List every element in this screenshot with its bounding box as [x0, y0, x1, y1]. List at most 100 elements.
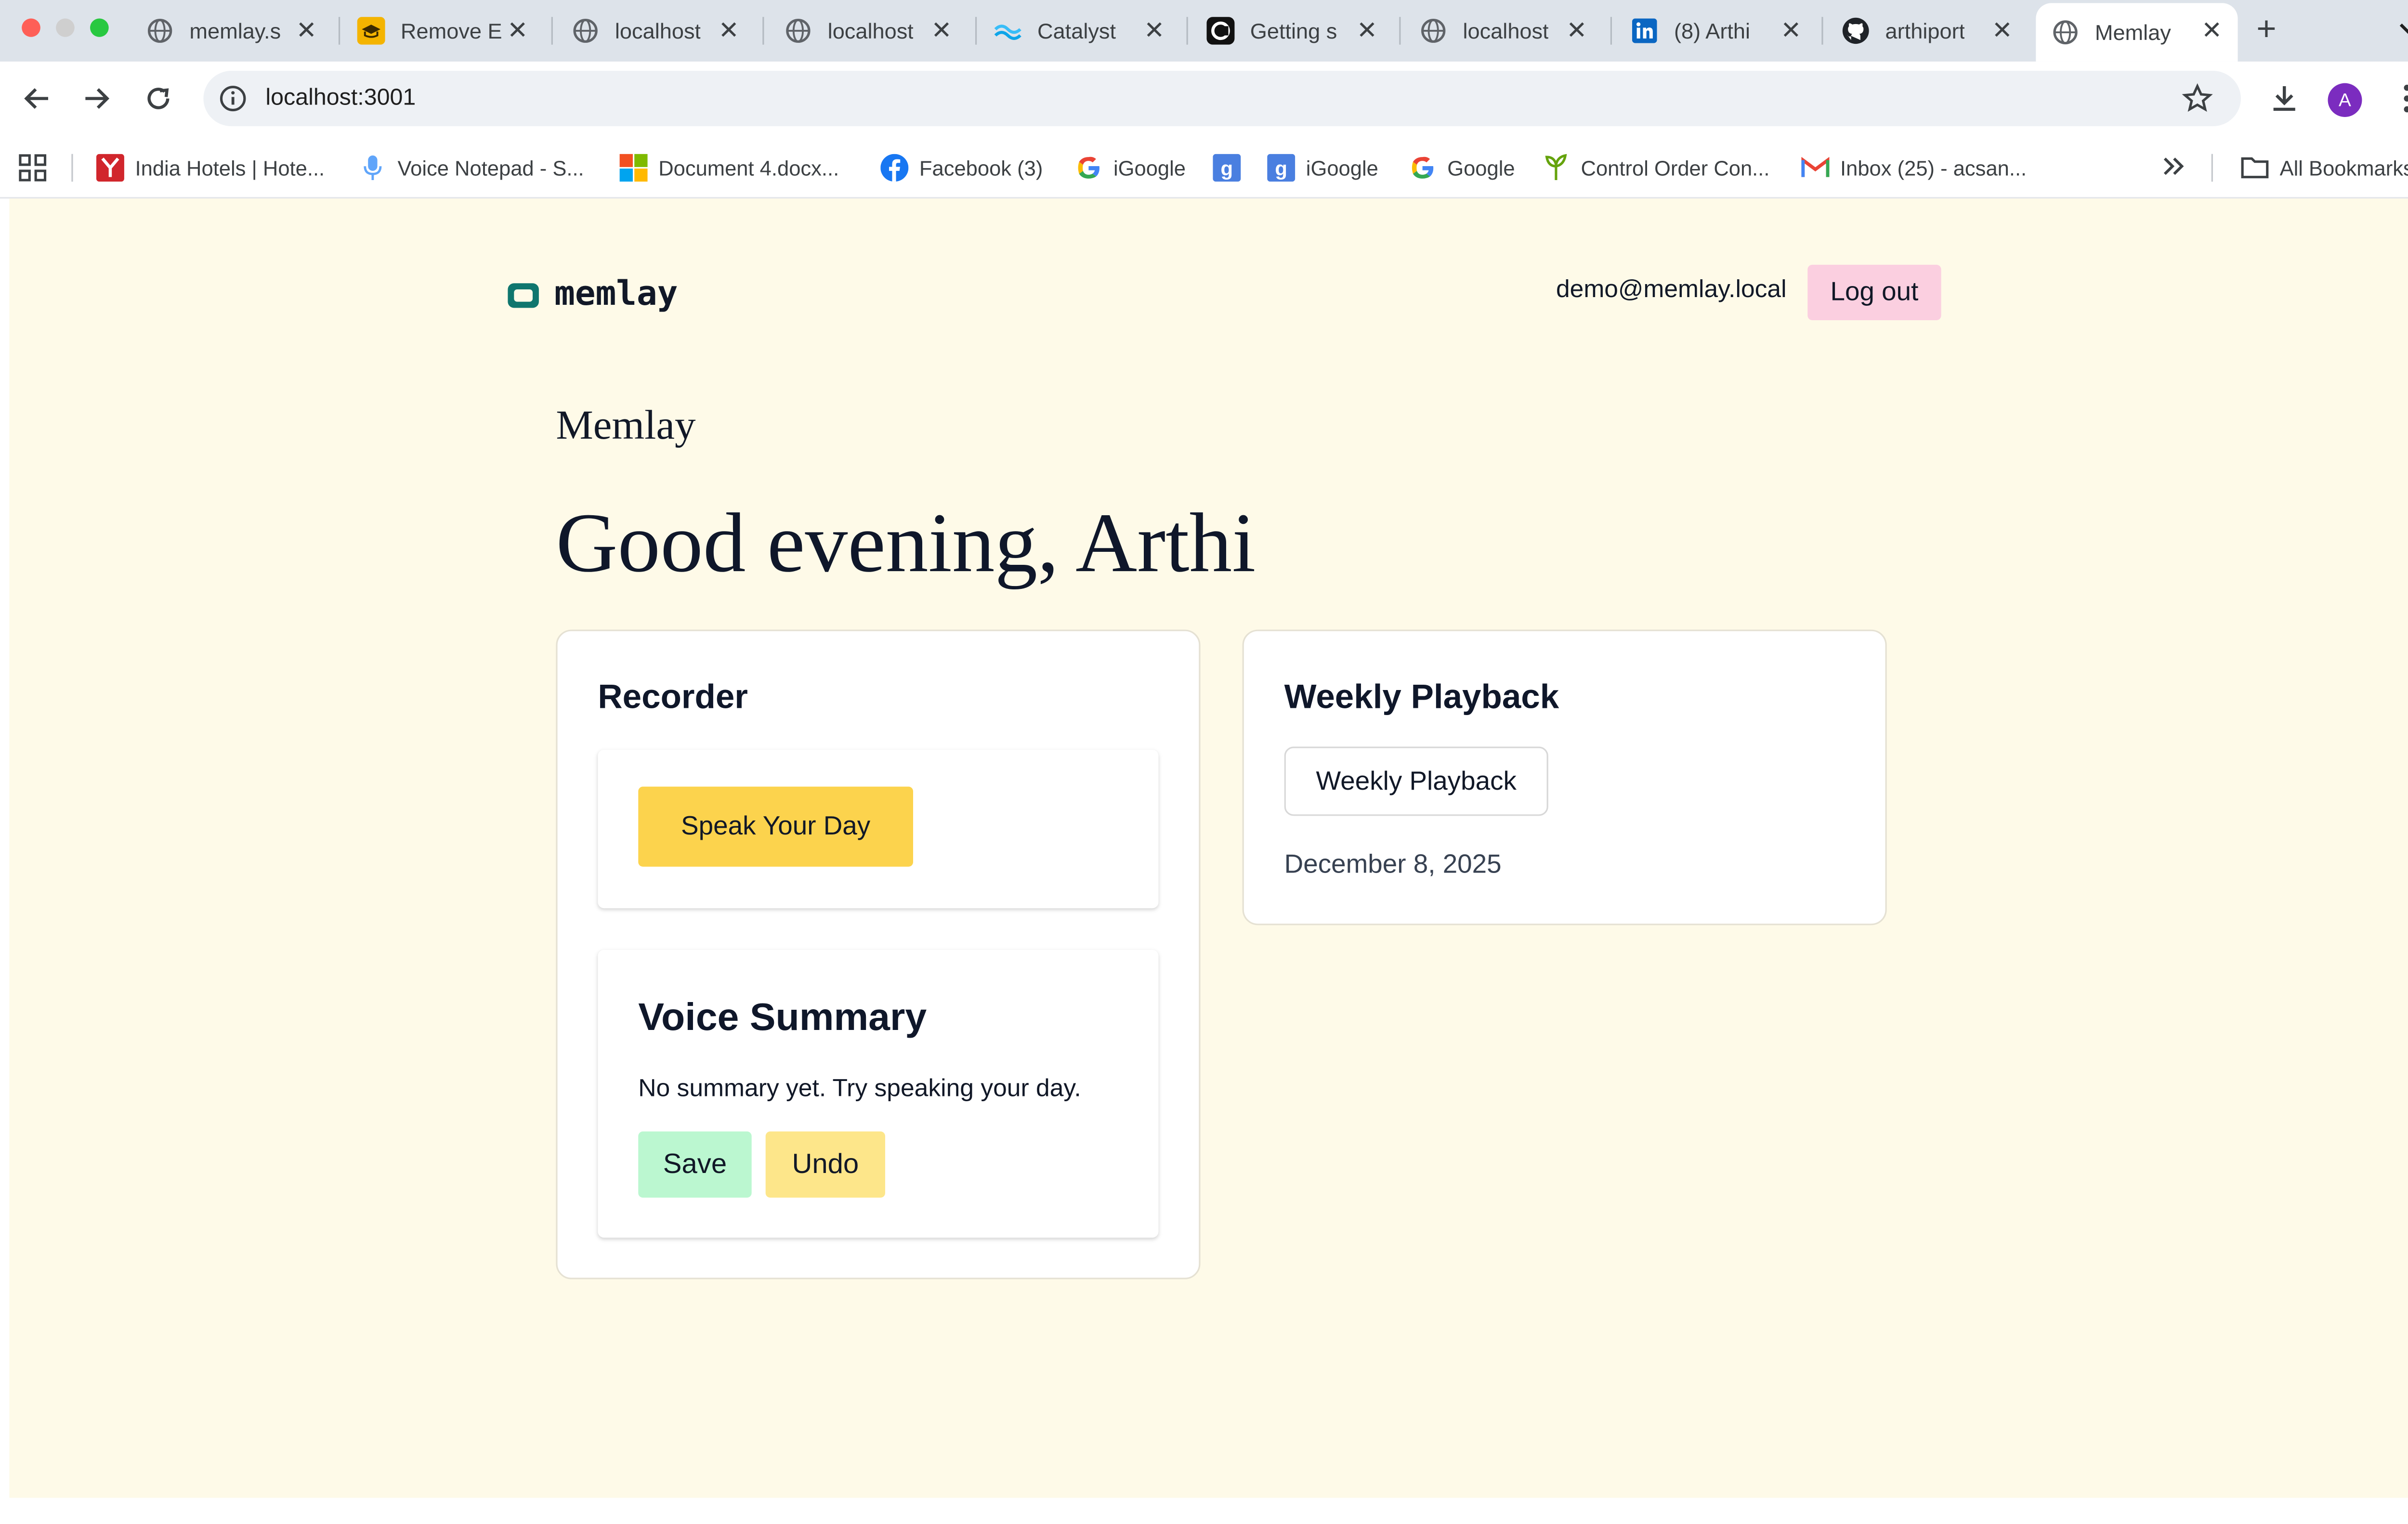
- undo-button[interactable]: Undo: [765, 1131, 885, 1198]
- tab-title: localhost: [1463, 18, 1549, 43]
- tab-separator: [1821, 17, 1823, 45]
- site-info-icon[interactable]: [219, 85, 247, 120]
- gmail-icon: [1801, 154, 1830, 182]
- browser-tab-strip: memlay.s ✕ Remove E ✕ localhost ✕ localh…: [0, 0, 2408, 62]
- wave-icon: [994, 17, 1022, 45]
- tab-title: Catalyst: [1037, 18, 1116, 43]
- browser-tab[interactable]: Getting s ✕: [1206, 6, 1393, 55]
- window-minimize-control[interactable]: [56, 18, 75, 37]
- bookmark-item[interactable]: Voice Notepad - S...: [359, 153, 584, 183]
- new-tab-icon[interactable]: +: [2256, 9, 2276, 49]
- brand-subtitle: Memlay: [556, 402, 696, 448]
- bookmarks-bar: India Hotels | Hote... Voice Notepad - S…: [0, 135, 2408, 199]
- bookmark-label: Control Order Con...: [1581, 156, 1770, 180]
- forward-arrow-icon[interactable]: [78, 80, 115, 117]
- bookmark-label: Voice Notepad - S...: [397, 156, 584, 180]
- bookmark-item[interactable]: g iGoogle: [1267, 153, 1378, 183]
- bookmark-item[interactable]: iGoogle: [1074, 153, 1186, 183]
- browser-tab[interactable]: (8) Arthi ✕: [1631, 6, 1817, 55]
- tab-separator: [338, 17, 340, 45]
- bookmark-item[interactable]: g: [1213, 153, 1252, 183]
- close-icon[interactable]: ✕: [719, 15, 739, 46]
- globe-icon: [572, 17, 600, 45]
- window-maximize-control[interactable]: [90, 18, 109, 37]
- save-button[interactable]: Save: [638, 1131, 752, 1198]
- bookmark-item[interactable]: India Hotels | Hote...: [96, 153, 325, 183]
- browser-tab[interactable]: Catalyst ✕: [994, 6, 1180, 55]
- browser-tab[interactable]: localhost ✕: [572, 6, 755, 55]
- close-icon[interactable]: ✕: [507, 15, 528, 46]
- bookmark-separator: [71, 154, 73, 182]
- close-icon[interactable]: ✕: [2201, 15, 2222, 46]
- bookmark-item[interactable]: Document 4.docx...: [619, 153, 839, 183]
- app-page: memlay demo@memlay.local Log out Memlay …: [9, 198, 2408, 1498]
- bookmark-label: iGoogle: [1113, 156, 1186, 180]
- bookmark-item[interactable]: Inbox (25) - acsan...: [1801, 153, 2027, 183]
- back-arrow-icon[interactable]: [19, 80, 56, 117]
- all-bookmarks-label: All Bookmarks: [2279, 156, 2408, 180]
- reload-icon[interactable]: [140, 80, 177, 117]
- weekly-playback-card: Weekly Playback Weekly Playback December…: [1242, 629, 1887, 925]
- kebab-menu-icon[interactable]: [2388, 80, 2408, 117]
- svg-text:g: g: [1275, 157, 1287, 180]
- google-plus-icon: g: [1267, 154, 1296, 182]
- globe-icon: [1419, 17, 1447, 45]
- bookmark-label: Facebook (3): [919, 156, 1043, 180]
- browser-toolbar: localhost:3001 A: [0, 61, 2408, 136]
- browser-tab[interactable]: localhost ✕: [784, 6, 967, 55]
- close-icon[interactable]: ✕: [1144, 15, 1165, 46]
- github-icon: [1842, 17, 1870, 45]
- close-icon[interactable]: ✕: [1780, 15, 1801, 46]
- tab-separator: [1399, 17, 1401, 45]
- google-icon: [1074, 154, 1102, 182]
- close-icon[interactable]: ✕: [1566, 15, 1587, 46]
- close-icon[interactable]: ✕: [1992, 15, 2013, 46]
- logo-text: memlay: [554, 275, 678, 314]
- close-icon[interactable]: ✕: [931, 15, 952, 46]
- recorder-card: Recorder Speak Your Day Voice Summary No…: [556, 629, 1201, 1279]
- apps-grid-icon[interactable]: [19, 154, 47, 190]
- browser-tab[interactable]: localhost ✕: [1419, 6, 1602, 55]
- svg-text:g: g: [1221, 157, 1233, 180]
- browser-tab[interactable]: arthiport ✕: [1842, 6, 2028, 55]
- browser-tab[interactable]: memlay.s ✕: [146, 6, 332, 55]
- voice-summary-panel: Voice Summary No summary yet. Try speaki…: [598, 950, 1159, 1238]
- tab-title: memlay.s: [189, 18, 281, 43]
- tab-title: (8) Arthi: [1674, 18, 1751, 43]
- speak-your-day-button[interactable]: Speak Your Day: [638, 786, 914, 867]
- tab-title: localhost: [827, 18, 914, 43]
- leaf-icon: [1542, 154, 1570, 182]
- window-close-control[interactable]: [22, 18, 40, 37]
- bookmark-item[interactable]: Facebook (3): [880, 153, 1043, 183]
- close-icon[interactable]: ✕: [296, 15, 317, 46]
- profile-avatar[interactable]: A: [2328, 83, 2362, 117]
- google-icon: [1409, 154, 1437, 182]
- bookmark-label: Document 4.docx...: [658, 156, 839, 180]
- url-text[interactable]: localhost:3001: [265, 85, 416, 111]
- app-logo[interactable]: memlay: [508, 275, 678, 314]
- tab-separator: [975, 17, 977, 45]
- recorder-panel: Speak Your Day: [598, 749, 1159, 909]
- browser-tab[interactable]: Remove E ✕: [357, 6, 544, 55]
- weekly-playback-button[interactable]: Weekly Playback: [1284, 746, 1548, 816]
- tab-title: localhost: [615, 18, 701, 43]
- chevron-double-right-icon[interactable]: [2162, 156, 2187, 185]
- logout-button[interactable]: Log out: [1807, 264, 1941, 320]
- graduation-cap-icon: [357, 17, 385, 45]
- tab-separator: [1610, 17, 1612, 45]
- summary-empty-text: No summary yet. Try speaking your day.: [638, 1076, 1081, 1103]
- page-title: Good evening, Arthi: [556, 495, 1256, 590]
- all-bookmarks-folder[interactable]: All Bookmarks: [2241, 153, 2408, 183]
- voice-summary-title: Voice Summary: [638, 996, 927, 1039]
- microphone-icon: [359, 154, 387, 182]
- close-icon[interactable]: ✕: [1357, 15, 1377, 46]
- download-icon[interactable]: [2266, 80, 2303, 117]
- bookmark-label: iGoogle: [1306, 156, 1378, 180]
- bookmark-item[interactable]: Google: [1409, 153, 1515, 183]
- bookmark-item[interactable]: Control Order Con...: [1542, 153, 1770, 183]
- browser-tab-active[interactable]: Memlay ✕: [2036, 3, 2238, 62]
- bookmark-label: Inbox (25) - acsan...: [1840, 156, 2027, 180]
- address-bar[interactable]: localhost:3001: [203, 71, 2241, 127]
- star-bookmark-icon[interactable]: [2182, 83, 2213, 122]
- tab-search-icon[interactable]: [2395, 14, 2408, 50]
